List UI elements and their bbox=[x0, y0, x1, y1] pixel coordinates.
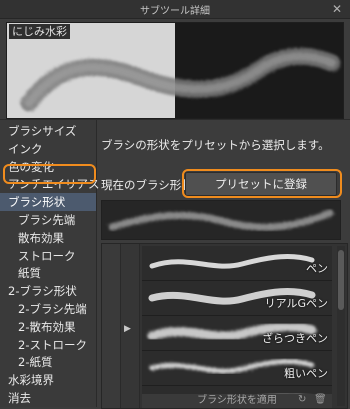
shape-preset-label: 粗いペン bbox=[284, 367, 328, 380]
sidebar-item[interactable]: ブラシ先端 bbox=[0, 211, 96, 229]
current-shape-preview bbox=[101, 200, 341, 240]
shape-preset-label: ざらつきペン bbox=[262, 332, 328, 345]
selected-category-highlight bbox=[3, 164, 96, 184]
shape-preset-label: リアルGペン bbox=[264, 297, 328, 310]
close-icon[interactable]: ✕ bbox=[330, 2, 344, 16]
sidebar-item[interactable]: ブラシサイズ bbox=[0, 122, 96, 140]
window-title: サブツール詳細 bbox=[140, 5, 210, 17]
current-shape-label: 現在のブラシ形状 bbox=[101, 178, 193, 192]
sidebar-item[interactable]: ブラシ形状 bbox=[0, 193, 96, 212]
sidebar-item[interactable]: 2-ブラシ形状 bbox=[0, 282, 96, 300]
sidebar-item[interactable]: 2-ブラシ先端 bbox=[0, 300, 96, 318]
shape-preset-label: ペン bbox=[306, 262, 328, 275]
sidebar-item[interactable]: インク bbox=[0, 140, 96, 158]
subtool-name-label: にじみ水彩 bbox=[9, 24, 70, 39]
expand-arrow-icon[interactable]: ▶ bbox=[124, 324, 131, 334]
shape-preset-item[interactable]: ペン bbox=[142, 246, 332, 281]
sidebar-item[interactable]: 2-紙質 bbox=[0, 353, 96, 371]
sidebar-item[interactable]: 消去 bbox=[0, 389, 96, 407]
sidebar-item[interactable]: 紙質 bbox=[0, 264, 96, 282]
panel-description: ブラシの形状をプリセットから選択します。 bbox=[101, 138, 330, 152]
sidebar-item[interactable]: 2-散布効果 bbox=[0, 318, 96, 336]
trash-icon[interactable]: 🗑 bbox=[314, 394, 327, 406]
shape-preset-item[interactable]: ざらつきペン bbox=[142, 316, 332, 351]
sidebar-item[interactable]: 2-ストローク bbox=[0, 336, 96, 354]
shape-preset-list: ▶ ペンリアルGペンざらつきペン粗いペンアニメ... ブラシ形状を適用 ↻ 🗑 bbox=[101, 243, 348, 409]
brush-shape-panel: ブラシの形状をプリセットから選択します。 現在のブラシ形状 プリセットに登録 ▶… bbox=[97, 120, 350, 409]
shape-stroke-preview bbox=[149, 254, 315, 269]
sidebar-item[interactable]: 水彩境界 bbox=[0, 371, 96, 389]
shape-preset-item[interactable]: 粗いペン bbox=[142, 351, 332, 386]
refresh-icon[interactable]: ↻ bbox=[298, 394, 310, 406]
shape-preset-item[interactable]: リアルGペン bbox=[142, 281, 332, 316]
brush-preview: にじみ水彩 bbox=[6, 22, 344, 119]
sidebar-item[interactable]: ストローク bbox=[0, 247, 96, 265]
scrollbar-thumb[interactable] bbox=[338, 250, 344, 310]
window-titlebar: サブツール詳細 ✕ bbox=[0, 0, 350, 19]
preset-button-highlight bbox=[182, 169, 342, 198]
sidebar-item[interactable]: 散布効果 bbox=[0, 229, 96, 247]
list-scrollbar[interactable] bbox=[337, 246, 345, 406]
